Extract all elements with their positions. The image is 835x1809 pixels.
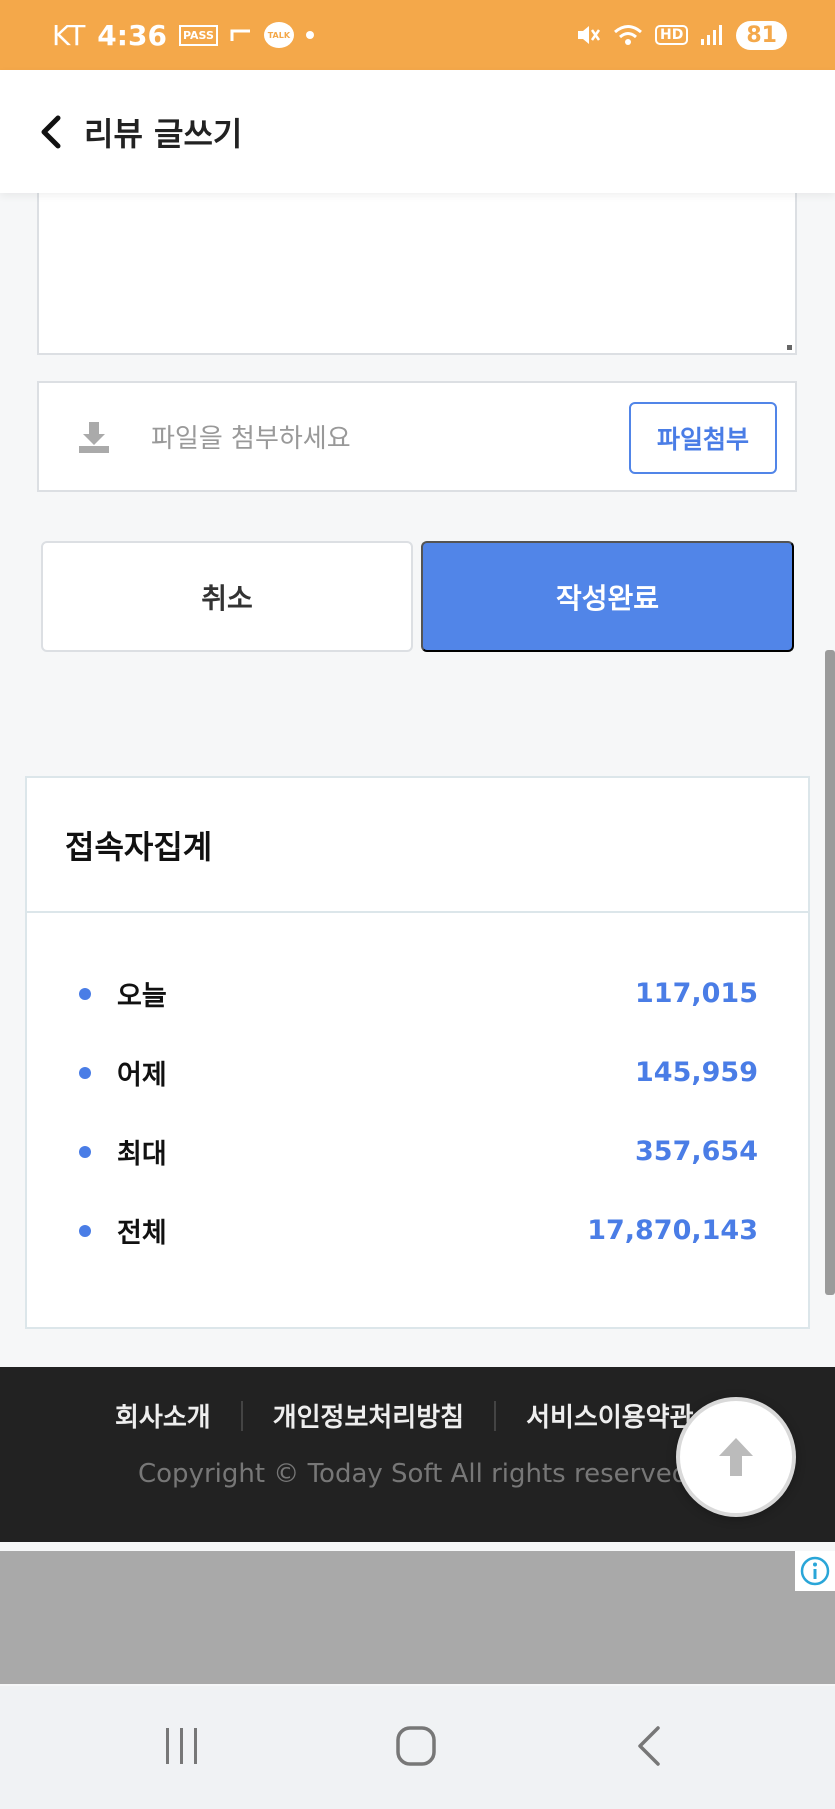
clock: 4:36 bbox=[97, 18, 167, 52]
bullet-icon bbox=[79, 1066, 91, 1079]
footer-link-company[interactable]: 회사소개 bbox=[115, 1397, 211, 1434]
bullet-icon bbox=[79, 1224, 91, 1237]
stats-value: 145,959 bbox=[635, 1057, 758, 1088]
ad-banner[interactable] bbox=[0, 1551, 835, 1684]
cancel-button[interactable]: 취소 bbox=[41, 541, 413, 652]
stats-row-today: 오늘 117,015 bbox=[27, 954, 808, 1033]
footer-divider bbox=[494, 1400, 497, 1431]
file-placeholder: 파일을 첨부하세요 bbox=[151, 424, 351, 454]
status-right: HD 81 bbox=[575, 20, 787, 50]
back-nav-icon[interactable] bbox=[620, 1716, 680, 1776]
resize-handle-icon[interactable] bbox=[787, 345, 792, 350]
bullet-icon bbox=[79, 1145, 91, 1158]
more-notifications-dot-icon bbox=[305, 31, 314, 39]
footer-link-privacy[interactable]: 개인정보처리방침 bbox=[273, 1397, 464, 1434]
stats-value: 117,015 bbox=[635, 978, 758, 1009]
file-attach-row: 파일을 첨부하세요 파일첨부 bbox=[37, 381, 797, 492]
page-title: 리뷰 글쓰기 bbox=[84, 114, 243, 153]
footer-links: 회사소개 개인정보처리방침 서비스이용약관 bbox=[115, 1397, 694, 1434]
carrier-label: KT bbox=[52, 18, 86, 52]
home-icon[interactable] bbox=[386, 1716, 446, 1776]
review-textarea[interactable] bbox=[37, 193, 797, 355]
app-header: 리뷰 글쓰기 bbox=[0, 70, 835, 193]
scrollbar[interactable] bbox=[825, 650, 835, 1295]
info-icon[interactable] bbox=[795, 1551, 835, 1591]
stats-title-bar: 접속자집계 bbox=[27, 778, 808, 913]
footer-link-terms[interactable]: 서비스이용약관 bbox=[526, 1397, 693, 1434]
chevron-left-icon[interactable] bbox=[36, 112, 66, 152]
signal-icon bbox=[700, 23, 724, 47]
stats-value: 17,870,143 bbox=[587, 1215, 758, 1246]
stats-row-total: 전체 17,870,143 bbox=[27, 1191, 808, 1270]
recent-apps-icon[interactable] bbox=[152, 1716, 212, 1776]
attach-file-button[interactable]: 파일첨부 bbox=[629, 402, 777, 474]
copyright: Copyright © Today Soft All rights reserv… bbox=[138, 1459, 697, 1489]
arrow-up-icon bbox=[713, 1434, 759, 1480]
stats-label: 전체 bbox=[117, 1218, 167, 1249]
stats-row-yesterday: 어제 145,959 bbox=[27, 1033, 808, 1112]
status-left: KT 4:36 PASS TALK bbox=[52, 19, 314, 52]
system-navigation-bar bbox=[0, 1686, 835, 1809]
talk-icon: TALK bbox=[263, 22, 294, 48]
pass-icon: PASS bbox=[178, 24, 218, 46]
stats-row-max: 최대 357,654 bbox=[27, 1112, 808, 1191]
hd-icon: HD bbox=[655, 25, 689, 45]
bullet-icon bbox=[79, 987, 91, 1000]
status-bar: KT 4:36 PASS TALK HD 81 bbox=[0, 0, 835, 70]
footer-divider bbox=[240, 1400, 243, 1431]
mute-icon bbox=[575, 23, 601, 47]
stats-label: 최대 bbox=[117, 1139, 167, 1170]
visitor-stats-card: 접속자집계 오늘 117,015 어제 145,959 최대 357,654 전… bbox=[25, 776, 810, 1329]
scroll-to-top-button[interactable] bbox=[676, 1397, 796, 1517]
stats-label: 오늘 bbox=[117, 981, 167, 1012]
stats-label: 어제 bbox=[117, 1060, 167, 1091]
submit-button[interactable]: 작성완료 bbox=[421, 541, 794, 652]
download-icon bbox=[77, 420, 111, 454]
stats-title: 접속자집계 bbox=[65, 827, 213, 866]
battery-indicator: 81 bbox=[736, 20, 787, 50]
stats-list: 오늘 117,015 어제 145,959 최대 357,654 전체 17,8… bbox=[27, 954, 808, 1270]
wifi-icon bbox=[613, 23, 643, 47]
stats-value: 357,654 bbox=[635, 1136, 758, 1167]
notification-icon bbox=[230, 27, 252, 43]
